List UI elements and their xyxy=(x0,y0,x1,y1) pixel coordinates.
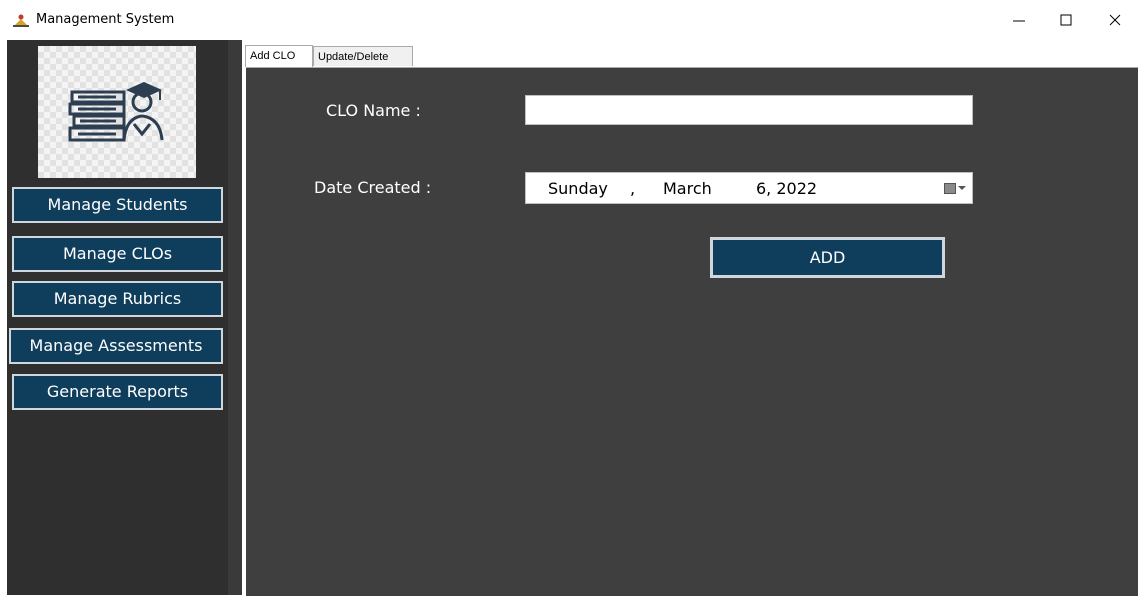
window-title: Management System xyxy=(36,12,175,27)
dropdown-arrow-icon[interactable] xyxy=(958,186,966,190)
date-day-year[interactable]: 6, 2022 xyxy=(756,179,817,198)
sidebar-item-manage-students[interactable]: Manage Students xyxy=(12,187,223,223)
sidebar-item-manage-clos[interactable]: Manage CLOs xyxy=(12,236,223,272)
date-month[interactable]: March xyxy=(663,179,712,198)
sidebar-item-generate-reports[interactable]: Generate Reports xyxy=(12,374,223,410)
date-weekday[interactable]: Sunday xyxy=(548,179,608,198)
logo xyxy=(38,46,196,178)
add-clo-panel xyxy=(246,67,1138,596)
calendar-icon[interactable] xyxy=(944,183,956,194)
date-created-label: Date Created : xyxy=(314,178,432,197)
minimize-icon[interactable] xyxy=(1004,8,1034,32)
graduate-books-icon xyxy=(68,82,164,142)
add-button[interactable]: ADD xyxy=(710,237,945,278)
title-bar: Management System xyxy=(0,0,1138,40)
clo-name-label: CLO Name : xyxy=(326,101,421,120)
date-separator: , xyxy=(630,179,636,198)
sidebar-divider xyxy=(228,40,242,595)
clo-name-input[interactable] xyxy=(525,95,973,125)
close-icon[interactable] xyxy=(1100,8,1130,32)
tab-update-delete[interactable]: Update/Delete xyxy=(313,46,413,66)
sidebar-item-manage-rubrics[interactable]: Manage Rubrics xyxy=(12,281,223,317)
maximize-icon[interactable] xyxy=(1051,8,1081,32)
date-created-picker[interactable]: Sunday , March 6, 2022 xyxy=(525,172,973,204)
tab-add-clo[interactable]: Add CLO xyxy=(245,45,313,67)
app-icon xyxy=(13,14,29,27)
sidebar-item-manage-assessments[interactable]: Manage Assessments xyxy=(9,328,223,364)
